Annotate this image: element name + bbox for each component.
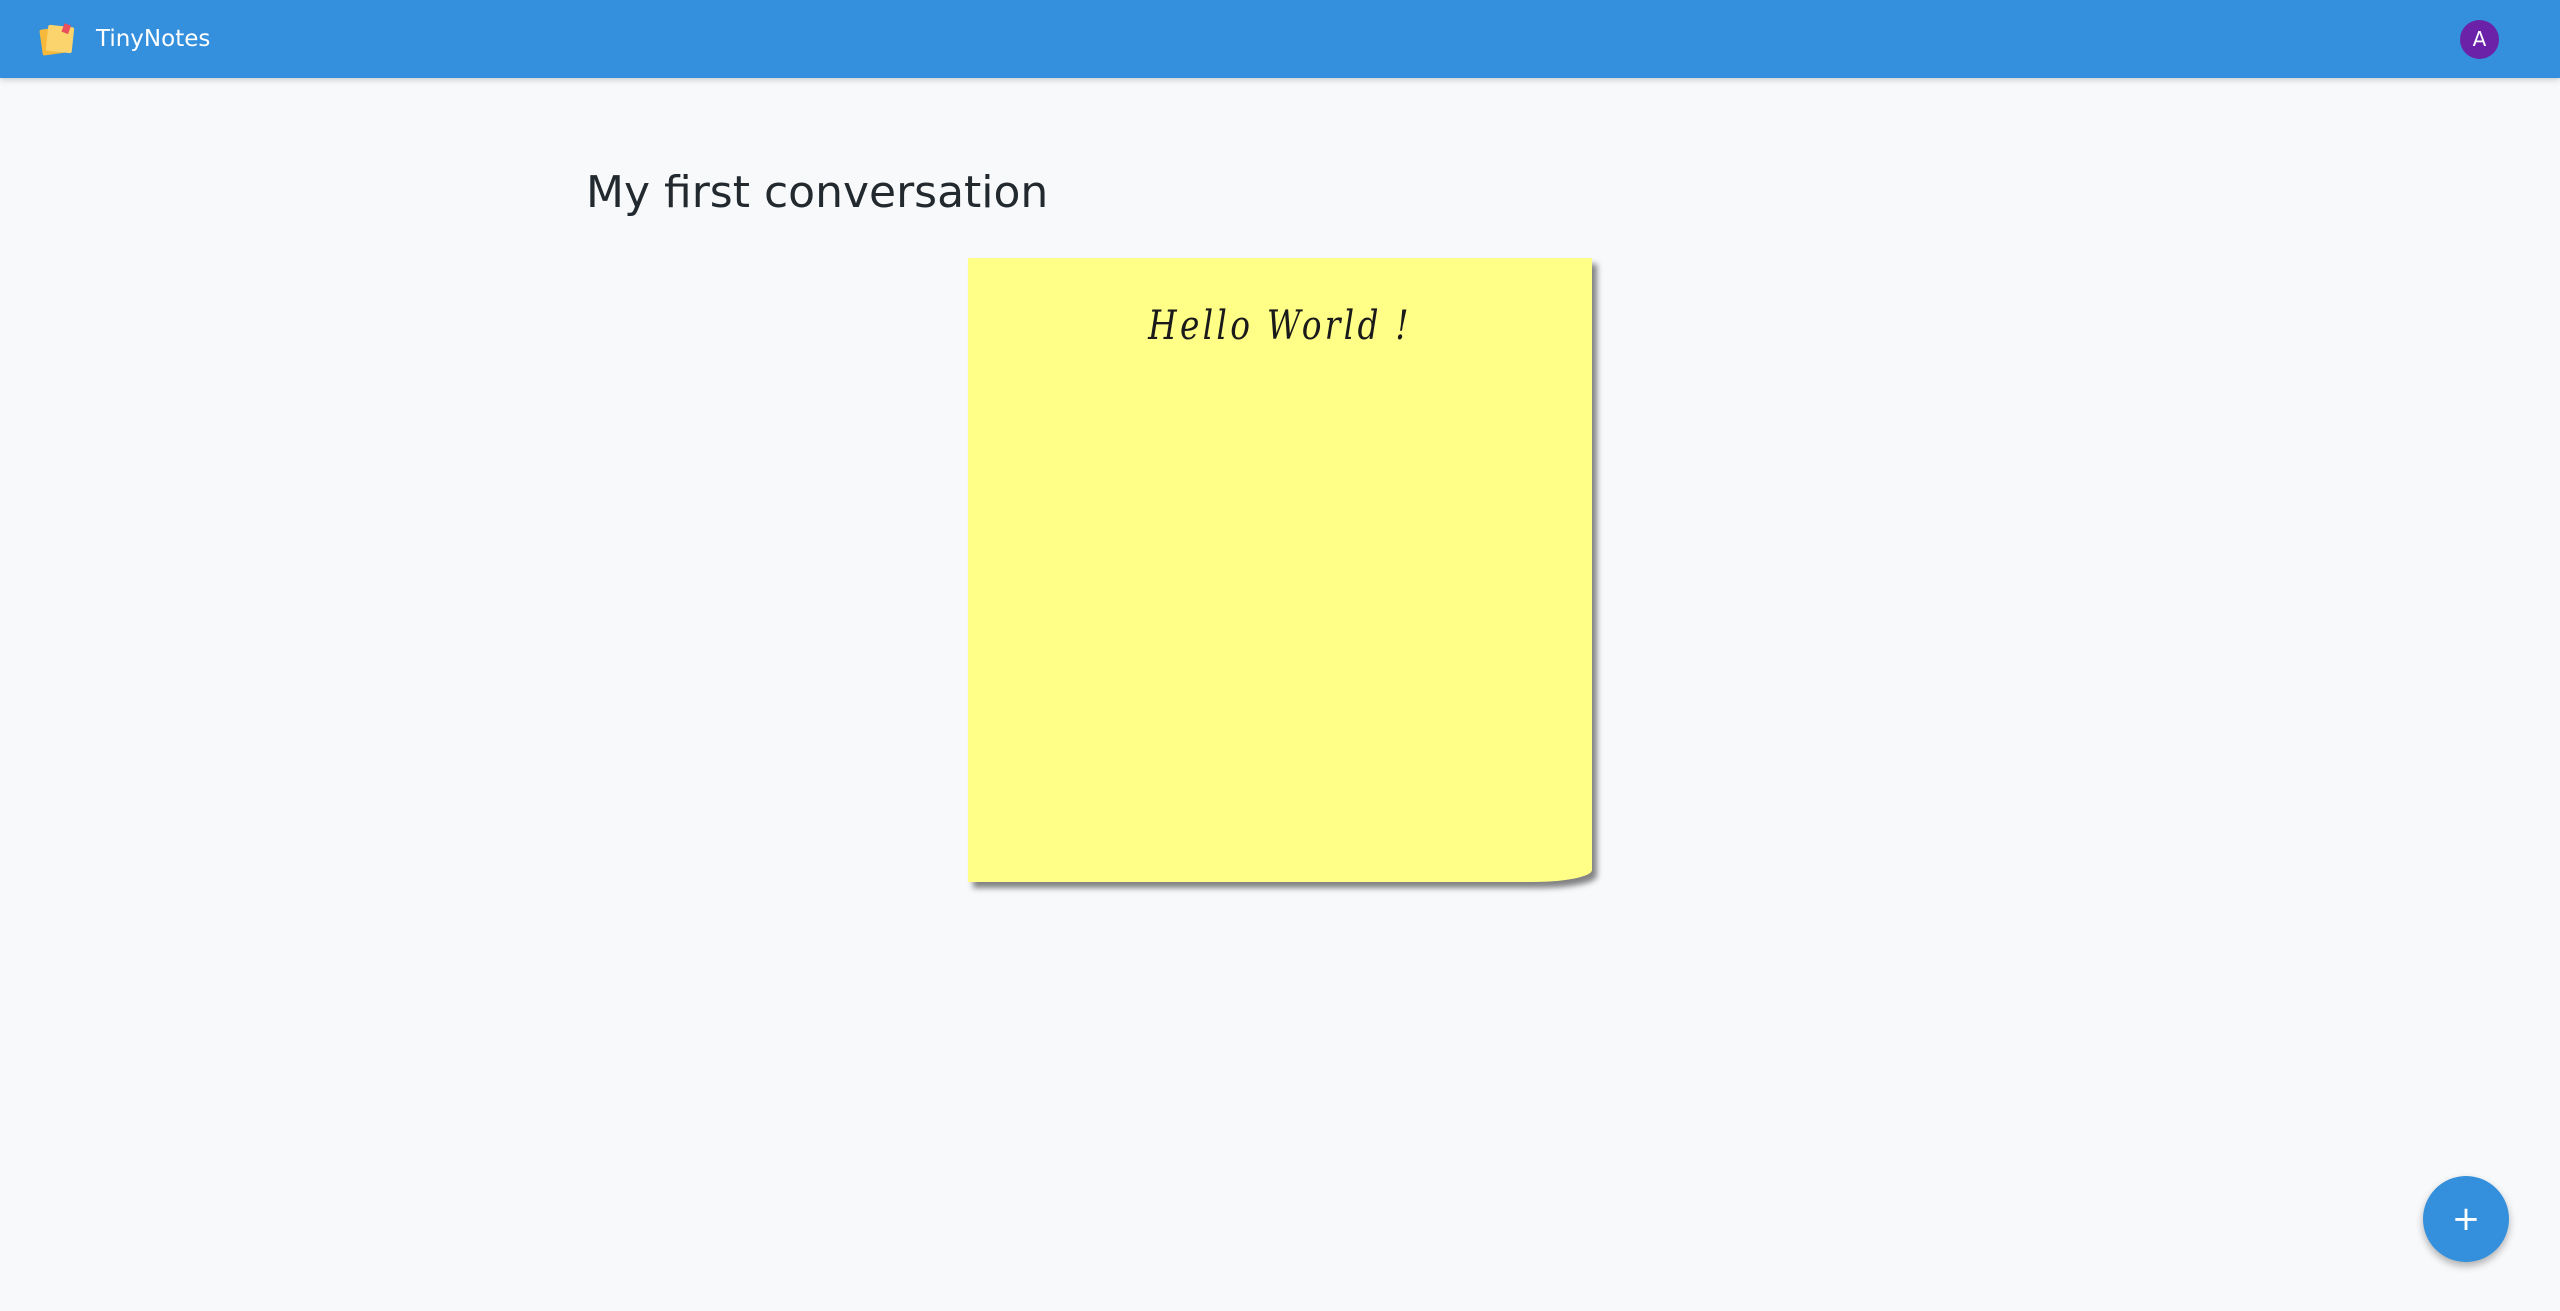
note-text[interactable]: Hello World ! bbox=[1024, 298, 1536, 354]
user-avatar[interactable]: A bbox=[2460, 20, 2499, 59]
plus-icon: + bbox=[2451, 1199, 2481, 1239]
page-title: My first conversation bbox=[586, 167, 1049, 218]
sticky-notes-icon[interactable] bbox=[39, 22, 77, 56]
top-navbar: TinyNotes A bbox=[0, 0, 2560, 78]
sticky-note[interactable]: Hello World ! bbox=[968, 258, 1592, 882]
app-title[interactable]: TinyNotes bbox=[96, 24, 210, 54]
add-note-button[interactable]: + bbox=[2423, 1176, 2509, 1262]
